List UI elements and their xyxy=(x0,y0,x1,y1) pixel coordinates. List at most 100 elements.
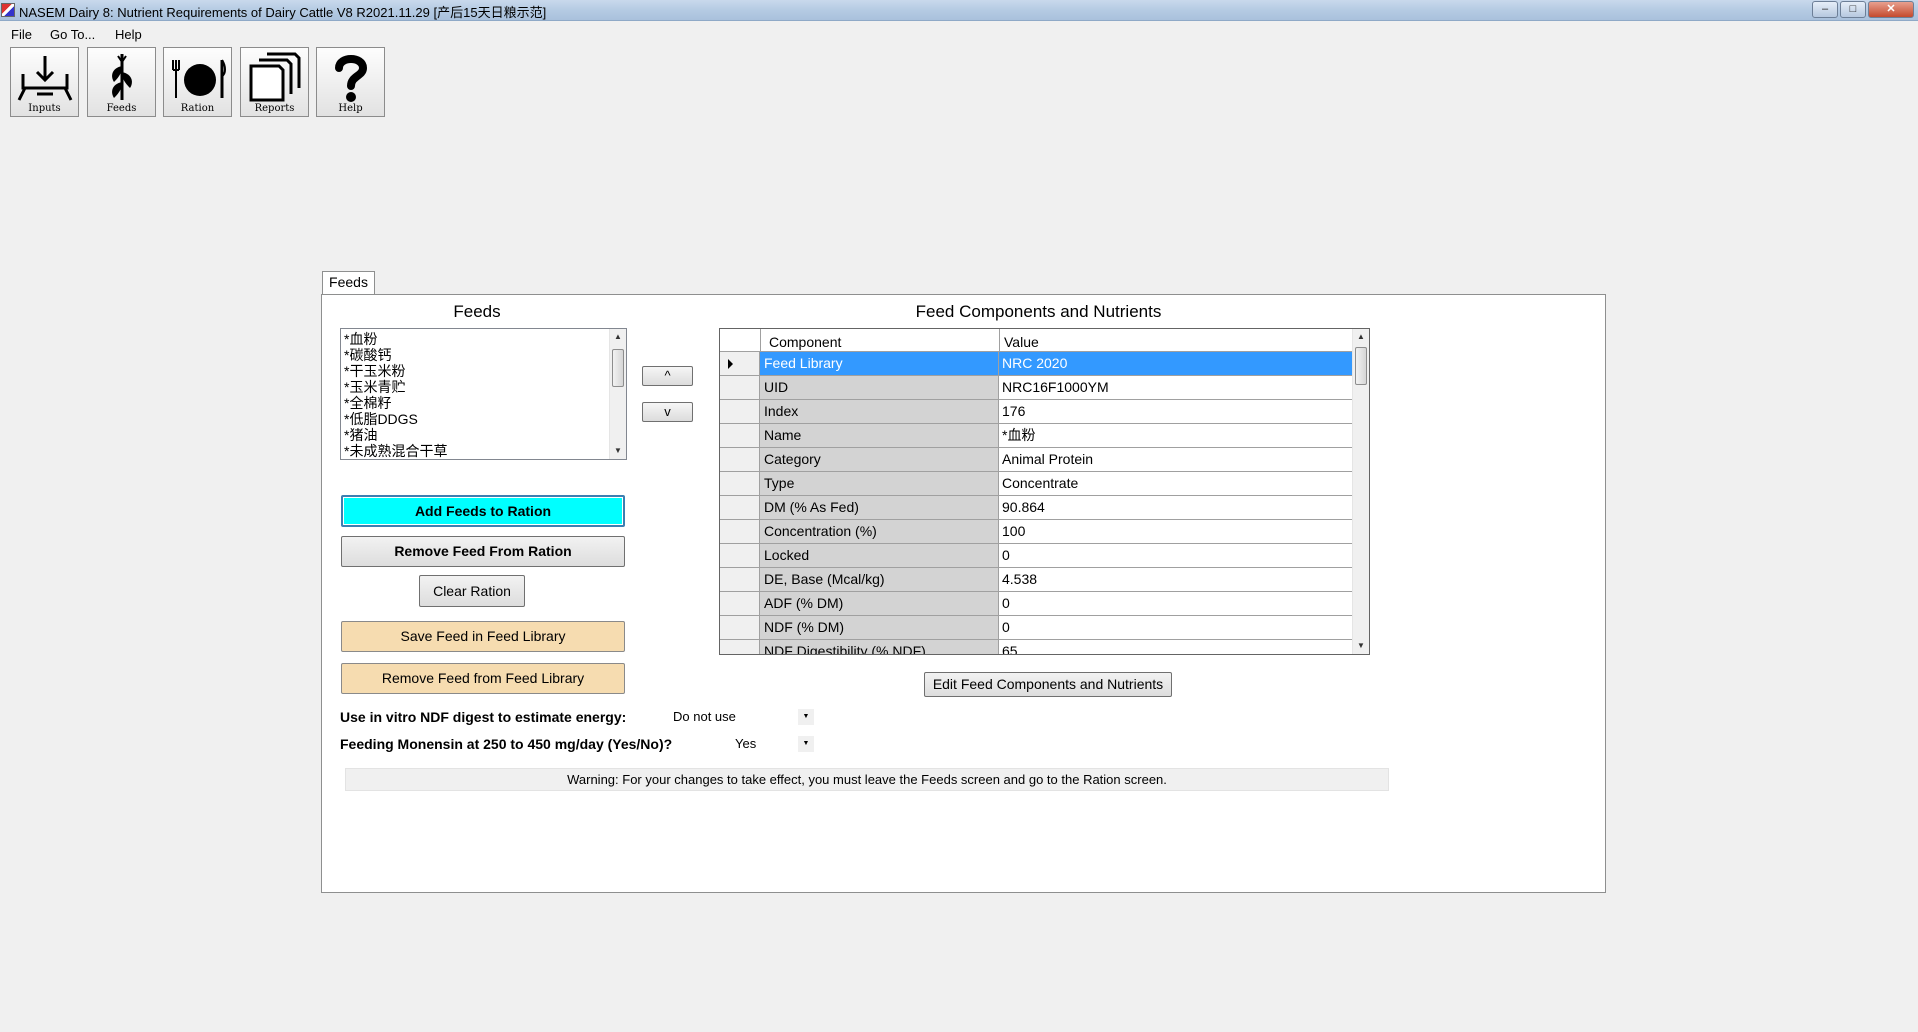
column-header-component[interactable]: Component xyxy=(769,334,841,350)
component-cell[interactable]: Feed Library xyxy=(760,352,999,376)
value-cell[interactable]: 176 xyxy=(999,400,1354,424)
ration-label: Ration xyxy=(180,103,215,114)
row-header[interactable] xyxy=(720,640,760,654)
table-row[interactable]: Concentration (%) 100 xyxy=(720,520,1354,544)
table-row[interactable]: Index 176 xyxy=(720,400,1354,424)
ration-button[interactable]: Ration xyxy=(163,47,232,117)
monensin-dropdown[interactable]: Yes ▼ xyxy=(730,734,814,754)
component-cell[interactable]: NDF Digestibility (% NDF) xyxy=(760,640,999,654)
table-row[interactable]: ADF (% DM) 0 xyxy=(720,592,1354,616)
row-header[interactable] xyxy=(720,592,760,616)
list-item[interactable]: *猪油 xyxy=(344,427,377,443)
component-cell[interactable]: Type xyxy=(760,472,999,496)
scroll-up-icon[interactable]: ▲ xyxy=(1353,329,1369,345)
value-cell[interactable]: Animal Protein xyxy=(999,448,1354,472)
row-header[interactable] xyxy=(720,616,760,640)
row-header[interactable] xyxy=(720,568,760,592)
component-cell[interactable]: Locked xyxy=(760,544,999,568)
value-cell[interactable]: 0 xyxy=(999,544,1354,568)
table-row[interactable]: Category Animal Protein xyxy=(720,448,1354,472)
help-button[interactable]: Help xyxy=(316,47,385,117)
table-row[interactable]: NDF Digestibility (% NDF) 65 xyxy=(720,640,1354,654)
scroll-thumb[interactable] xyxy=(1355,347,1367,385)
table-row[interactable]: Feed Library NRC 2020 xyxy=(720,352,1354,376)
menu-help[interactable]: Help xyxy=(115,27,142,42)
component-cell[interactable]: Category xyxy=(760,448,999,472)
save-feed-library-button[interactable]: Save Feed in Feed Library xyxy=(341,621,625,652)
component-cell[interactable]: DM (% As Fed) xyxy=(760,496,999,520)
list-item[interactable]: *血粉 xyxy=(344,331,377,347)
list-item[interactable]: *干玉米粉 xyxy=(344,363,405,379)
list-item[interactable]: *碳酸钙 xyxy=(344,347,391,363)
component-cell[interactable]: ADF (% DM) xyxy=(760,592,999,616)
value-cell[interactable]: 0 xyxy=(999,592,1354,616)
chevron-down-icon[interactable]: ▼ xyxy=(798,709,814,725)
close-button[interactable]: ✕ xyxy=(1868,1,1914,18)
move-down-button[interactable]: v xyxy=(642,402,693,422)
feeds-listbox[interactable]: *血粉 *碳酸钙 *干玉米粉 *玉米青贮 *全棉籽 *低脂DDGS *猪油 *未… xyxy=(340,328,627,460)
grid-scrollbar[interactable]: ▲ ▼ xyxy=(1352,329,1369,654)
tab-feeds[interactable]: Feeds xyxy=(322,271,375,294)
clear-ration-button[interactable]: Clear Ration xyxy=(419,575,525,607)
row-header[interactable] xyxy=(720,376,760,400)
table-row[interactable]: Type Concentrate xyxy=(720,472,1354,496)
row-header[interactable] xyxy=(720,400,760,424)
component-cell[interactable]: Concentration (%) xyxy=(760,520,999,544)
reports-button[interactable]: Reports xyxy=(240,47,309,117)
menu-goto[interactable]: Go To... xyxy=(50,27,95,42)
chevron-down-icon[interactable]: ▼ xyxy=(798,736,814,752)
list-item[interactable]: *全棉籽 xyxy=(344,395,391,411)
table-row[interactable]: Name *血粉 xyxy=(720,424,1354,448)
value-cell[interactable]: 65 xyxy=(999,640,1354,654)
table-row[interactable]: DE, Base (Mcal/kg) 4.538 xyxy=(720,568,1354,592)
value-cell[interactable]: *血粉 xyxy=(999,424,1354,448)
row-header[interactable] xyxy=(720,448,760,472)
component-cell[interactable]: DE, Base (Mcal/kg) xyxy=(760,568,999,592)
invitro-value: Do not use xyxy=(673,709,736,724)
invitro-dropdown[interactable]: Do not use ▼ xyxy=(668,707,814,727)
feeds-label: Feeds xyxy=(106,103,137,114)
feeds-button[interactable]: Feeds xyxy=(87,47,156,117)
row-header[interactable] xyxy=(720,472,760,496)
row-header[interactable] xyxy=(720,352,760,376)
move-up-button[interactable]: ^ xyxy=(642,366,693,386)
menu-file[interactable]: File xyxy=(11,27,32,42)
value-cell[interactable]: 0 xyxy=(999,616,1354,640)
maximize-button[interactable]: □ xyxy=(1840,1,1866,18)
list-item[interactable]: *玉米青贮 xyxy=(344,379,405,395)
component-cell[interactable]: Index xyxy=(760,400,999,424)
list-item[interactable]: *低脂DDGS xyxy=(344,411,418,427)
table-row[interactable]: UID NRC16F1000YM xyxy=(720,376,1354,400)
value-cell[interactable]: 100 xyxy=(999,520,1354,544)
edit-components-button[interactable]: Edit Feed Components and Nutrients xyxy=(924,672,1172,697)
components-grid[interactable]: Component Value Feed Library NRC 2020 UI… xyxy=(719,328,1370,655)
feeds-scrollbar[interactable]: ▲ ▼ xyxy=(609,329,626,459)
list-item[interactable]: *未成熟混合干草 xyxy=(344,443,447,459)
inputs-button[interactable]: Inputs xyxy=(10,47,79,117)
remove-feed-button[interactable]: Remove Feed From Ration xyxy=(341,536,625,567)
component-cell[interactable]: Name xyxy=(760,424,999,448)
value-cell[interactable]: 4.538 xyxy=(999,568,1354,592)
minimize-button[interactable]: – xyxy=(1812,1,1838,18)
component-cell[interactable]: NDF (% DM) xyxy=(760,616,999,640)
row-header[interactable] xyxy=(720,544,760,568)
row-header[interactable] xyxy=(720,520,760,544)
scroll-thumb[interactable] xyxy=(612,349,624,387)
component-cell[interactable]: UID xyxy=(760,376,999,400)
remove-feed-library-button[interactable]: Remove Feed from Feed Library xyxy=(341,663,625,694)
table-row[interactable]: DM (% As Fed) 90.864 xyxy=(720,496,1354,520)
scroll-up-icon[interactable]: ▲ xyxy=(610,329,626,345)
corn-icon xyxy=(112,54,132,100)
value-cell[interactable]: Concentrate xyxy=(999,472,1354,496)
value-cell[interactable]: 90.864 xyxy=(999,496,1354,520)
table-row[interactable]: Locked 0 xyxy=(720,544,1354,568)
scroll-down-icon[interactable]: ▼ xyxy=(1353,638,1369,654)
value-cell[interactable]: NRC 2020 xyxy=(999,352,1354,376)
column-header-value[interactable]: Value xyxy=(1004,334,1039,350)
table-row[interactable]: NDF (% DM) 0 xyxy=(720,616,1354,640)
scroll-down-icon[interactable]: ▼ xyxy=(610,443,626,459)
row-header[interactable] xyxy=(720,496,760,520)
row-header[interactable] xyxy=(720,424,760,448)
add-feeds-button[interactable]: Add Feeds to Ration xyxy=(341,495,625,527)
value-cell[interactable]: NRC16F1000YM xyxy=(999,376,1354,400)
